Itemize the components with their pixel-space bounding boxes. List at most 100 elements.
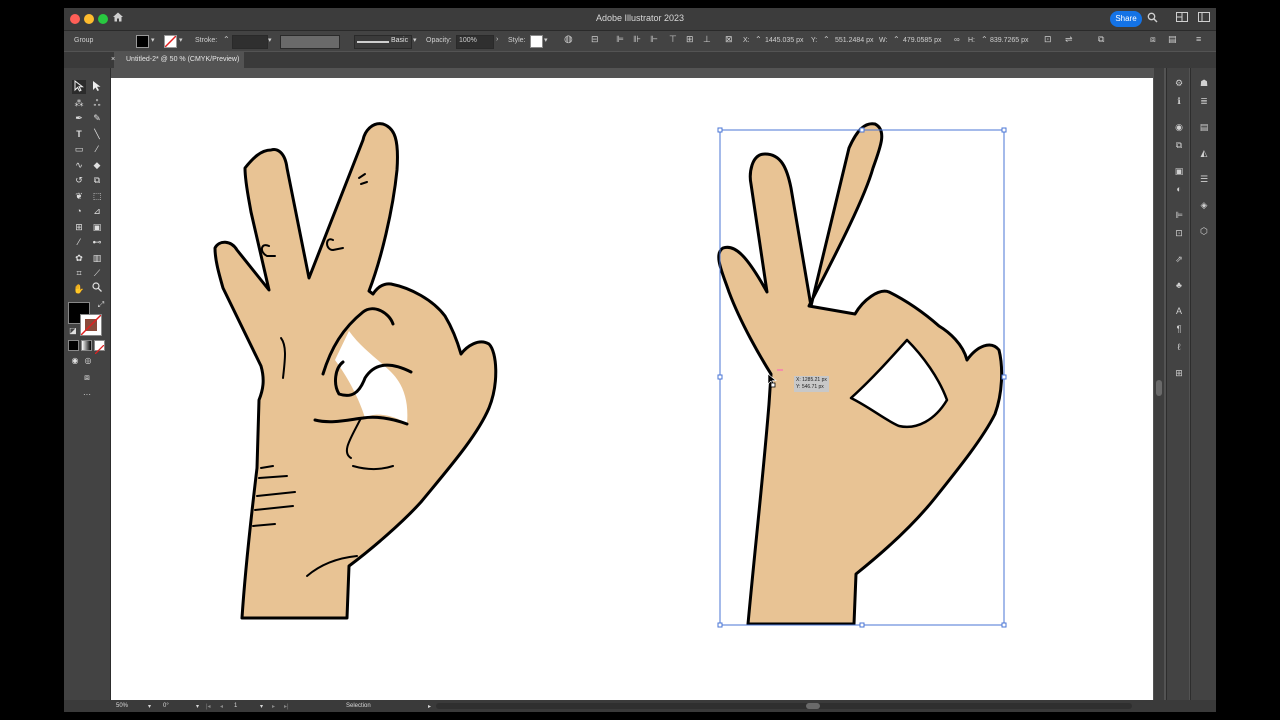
panel-menu-icon[interactable]: ⧈ [1150,34,1156,45]
layers-icon[interactable]: ◈ [1198,200,1210,211]
isolate-group-icon[interactable]: ⊡ [1044,34,1052,45]
chevron-down-icon[interactable]: ▾ [413,36,417,44]
column-graph-icon[interactable]: ▥ [90,251,104,265]
zoom-icon[interactable] [90,282,104,296]
y-field[interactable]: 551.2484 px [835,37,874,44]
draw-normal-icon[interactable]: ◉ [68,354,82,368]
ok-hand-detailed[interactable] [213,122,498,620]
stroke-weight-field[interactable] [232,35,268,49]
share-button[interactable]: Share [1110,11,1142,27]
vertical-scrollbar[interactable] [1154,68,1164,700]
line-segment-icon[interactable]: ╲ [90,127,104,141]
align-top-icon[interactable]: ⊤ [669,34,677,45]
variable-width-profile[interactable] [280,35,340,49]
gradient-mode-button[interactable] [81,340,92,351]
stroke-swatch[interactable] [164,35,177,48]
brushes-icon[interactable]: ▤ [1198,122,1210,133]
swap-fill-stroke-icon[interactable]: ⤢ [94,298,108,312]
selection-arrow-icon[interactable] [72,79,86,94]
symbol-sprayer-icon[interactable]: ✿ [72,251,86,265]
magic-wand-icon[interactable]: ⁂ [72,96,86,110]
screen-mode-icon[interactable]: ⧈ [80,370,94,384]
close-tab-icon[interactable]: × [111,52,115,68]
eyedropper-icon[interactable]: ⁄ [72,235,86,249]
curvature-icon[interactable]: ✎ [90,111,104,125]
artboard-icon[interactable]: ⌗ [72,266,86,280]
rectangle-icon[interactable]: ▭ [72,142,86,156]
warp-icon[interactable]: ❦ [72,189,86,203]
workspace-switcher-icon[interactable] [1198,12,1210,25]
gradient-panel-icon[interactable]: ▣ [1173,166,1185,177]
gradient-icon[interactable]: ▣ [90,220,104,234]
export-icon[interactable]: ⇗ [1173,254,1185,265]
mesh-icon[interactable]: ⊞ [72,220,86,234]
first-artboard-icon[interactable]: |◂ [206,703,211,710]
appearance-icon[interactable]: ◐ [1173,184,1185,194]
document-tab[interactable]: × Untitled-2* @ 50 % (CMYK/Preview) [111,52,244,68]
h-field[interactable]: 839.7265 px [990,37,1029,44]
blend-icon[interactable]: ⊷ [90,235,104,249]
rotate-icon[interactable]: ↺ [72,173,86,187]
chevron-down-icon[interactable]: ▾ [260,703,263,710]
y-stepper-icon[interactable]: ⌃ [823,35,830,44]
recolor-artwork-icon[interactable]: ◍ [564,34,573,45]
align-center-icon[interactable]: ⊪ [633,34,641,45]
properties-icon[interactable]: ⚙ [1173,78,1185,89]
artboard-number[interactable]: 1 [234,703,237,709]
color-mode-button[interactable] [68,340,79,351]
align-left-icon[interactable]: ⊫ [616,34,624,45]
color-guide-icon[interactable]: ◉ [1173,122,1185,133]
artboard[interactable]: X: 1285.21 px Y: 546.71 px [111,78,1153,700]
swatches-icon[interactable]: ☗ [1198,78,1210,89]
hand-icon[interactable]: ✋ [72,282,86,296]
chevron-down-icon[interactable]: ▾ [151,36,155,44]
scrollbar-thumb[interactable] [1156,380,1162,396]
w-stepper-icon[interactable]: ⌃ [893,35,900,44]
w-field[interactable]: 479.0585 px [903,37,942,44]
fill-swatch[interactable] [136,35,149,48]
symbols-icon[interactable]: ♣ [1173,280,1185,290]
paintbrush-icon[interactable]: ⁄ [90,142,104,156]
direct-selection-icon[interactable] [90,80,104,94]
perspective-grid-icon[interactable]: ⊿ [90,204,104,218]
zoom-level[interactable]: 50% [116,703,128,709]
chevron-down-icon[interactable]: ▾ [148,703,151,710]
align-bottom-icon[interactable]: ⊥ [703,34,711,45]
x-field[interactable]: 1445.035 px [765,37,804,44]
default-fill-stroke-icon[interactable]: ◪ [66,324,80,338]
paragraph-icon[interactable]: ¶ [1173,324,1185,334]
chevron-down-icon[interactable]: ▾ [196,703,199,710]
type-icon[interactable]: T [72,127,86,141]
control-bar-menu-icon[interactable]: ≡ [1196,34,1201,44]
arrange-documents-icon[interactable] [1176,12,1188,25]
h-stepper-icon[interactable]: ⌃ [981,35,988,44]
opacity-field[interactable]: 100% [456,35,494,49]
constrain-proportions-icon[interactable]: ∞ [954,35,960,44]
layers-menu-icon[interactable]: ☰ [1198,174,1210,185]
align-panel-icon[interactable]: ⊫ [1173,210,1185,221]
info-icon[interactable]: ℹ [1173,96,1185,107]
chevron-down-icon[interactable]: ▾ [544,36,548,44]
scale-icon[interactable]: ⧉ [90,173,104,187]
lasso-icon[interactable]: ஃ [90,96,104,110]
shape-builder-icon[interactable]: ◔ [72,204,86,218]
transform-icon[interactable]: ⊠ [725,34,733,45]
draw-behind-icon[interactable]: ◎ [81,354,95,368]
free-transform-icon[interactable]: ⬚ [90,189,104,203]
chevron-right-icon[interactable]: › [496,36,498,43]
libraries-icon[interactable]: ⧉ [1173,140,1185,151]
pathfinder-icon[interactable]: ⧉ [1098,34,1104,45]
pasteboard[interactable]: X: 1285.21 px Y: 546.71 px [111,68,1154,700]
distribute-icon[interactable]: ⇌ [1065,34,1073,45]
pen-icon[interactable]: ✒ [72,111,86,125]
align-middle-icon[interactable]: ⊞ [686,34,694,45]
stroke-color-box[interactable] [80,314,102,336]
horizontal-scrollbar[interactable] [436,703,1132,709]
stroke-panel-icon[interactable]: ≣ [1198,96,1210,107]
previous-artboard-icon[interactable]: ◂ [220,703,223,710]
search-icon[interactable] [1147,12,1158,26]
navigator-icon[interactable]: ⊞ [1173,368,1185,379]
rotation-value[interactable]: 0° [163,703,169,709]
align-to-icon[interactable]: ⊟ [591,34,599,45]
slice-icon[interactable]: ⟋ [90,266,104,280]
